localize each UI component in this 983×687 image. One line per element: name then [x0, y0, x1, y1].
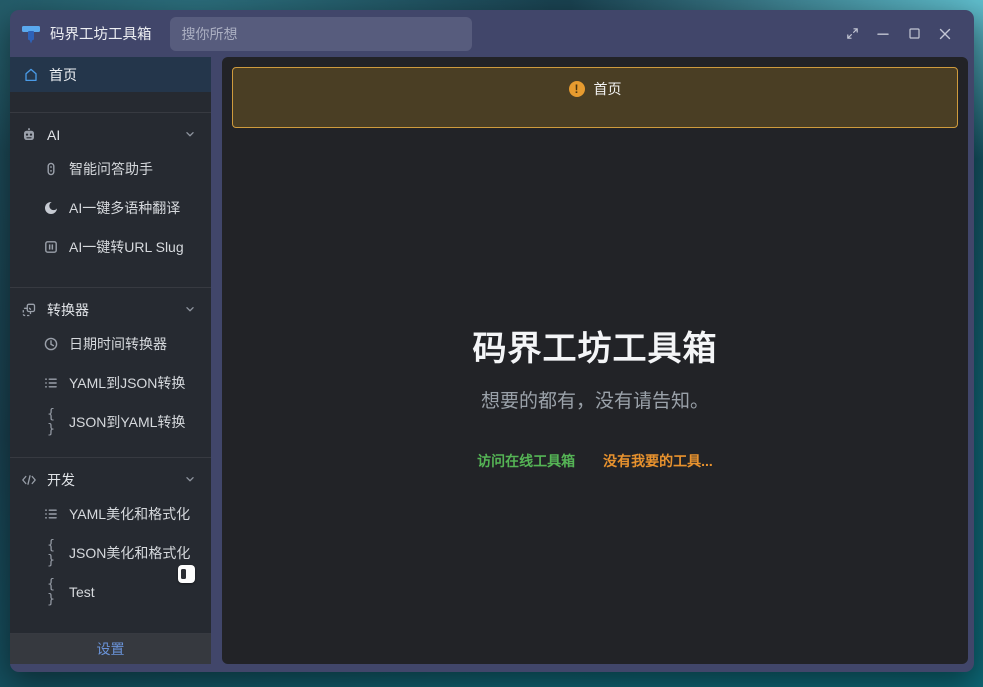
sidebar-item-label: 智能问答助手: [69, 159, 153, 179]
titlebar[interactable]: 码界工坊工具箱: [10, 10, 974, 57]
section-label: 开发: [47, 470, 75, 490]
missing-tool-link[interactable]: 没有我要的工具...: [603, 451, 713, 471]
clock-icon: [43, 336, 59, 352]
main-content: ! 首页 码界工坊工具箱 想要的都有，没有请告知。 访问在线工具箱 没有我要的工…: [222, 57, 968, 664]
sidebar-item-home[interactable]: 首页: [10, 57, 211, 92]
chevron-down-icon: [183, 127, 197, 144]
sidebar-section-dev[interactable]: 开发: [10, 466, 211, 494]
sidebar-divider: [10, 457, 211, 458]
sidebar-section-converter[interactable]: 转换器: [10, 296, 211, 324]
sidebar-item-label: Test: [69, 584, 95, 600]
assistant-icon: [43, 161, 59, 177]
minimize-icon[interactable]: [870, 21, 896, 47]
sidebar-item-json-to-yaml[interactable]: { } JSON到YAML转换: [10, 402, 211, 441]
home-icon: [23, 67, 39, 83]
app-title: 码界工坊工具箱: [50, 23, 152, 44]
close-icon[interactable]: [932, 21, 958, 47]
robot-icon: [21, 127, 37, 143]
sidebar-divider: [10, 112, 211, 113]
hero: 码界工坊工具箱 想要的都有，没有请告知。 访问在线工具箱 没有我要的工具...: [222, 321, 968, 471]
banner-label: 首页: [594, 81, 622, 97]
sidebar-item-label: JSON到YAML转换: [69, 412, 185, 432]
settings-button[interactable]: 设置: [10, 634, 211, 664]
sidebar-item-ai-assistant[interactable]: 智能问答助手: [10, 149, 211, 188]
sidebar-item-yaml-beautify[interactable]: YAML美化和格式化: [10, 494, 211, 533]
transform-icon: [21, 302, 37, 318]
sidebar-divider: [10, 287, 211, 288]
list-icon: [43, 506, 59, 522]
sidebar-item-label: YAML到JSON转换: [69, 373, 185, 393]
window-body: 首页 AI: [10, 57, 974, 672]
hero-title: 码界工坊工具箱: [222, 321, 968, 370]
sidebar-item-datetime-converter[interactable]: 日期时间转换器: [10, 324, 211, 363]
sidebar-item-label: AI一键转URL Slug: [69, 237, 184, 257]
translate-icon: [43, 200, 59, 216]
desktop-wallpaper: 码界工坊工具箱: [0, 0, 983, 687]
alert-banner: ! 首页: [232, 67, 958, 128]
warning-icon: !: [569, 81, 585, 97]
app-window: 码界工坊工具箱: [10, 10, 974, 672]
braces-icon: { }: [43, 538, 59, 568]
braces-icon: { }: [43, 577, 59, 607]
mouse-cursor: [178, 565, 195, 583]
sidebar-item-label: AI一键多语种翻译: [69, 198, 180, 218]
search-input[interactable]: [170, 17, 472, 51]
code-icon: [21, 472, 37, 488]
hero-subtitle: 想要的都有，没有请告知。: [222, 386, 968, 413]
sidebar-item-label: YAML美化和格式化: [69, 504, 190, 524]
sidebar-item-ai-url-slug[interactable]: AI一键转URL Slug: [10, 227, 211, 266]
expand-icon[interactable]: [839, 21, 865, 47]
app-logo-icon: [20, 23, 42, 45]
section-label: 转换器: [47, 300, 89, 320]
chevron-down-icon: [183, 472, 197, 489]
chevron-down-icon: [183, 302, 197, 319]
sidebar-item-label: JSON美化和格式化: [69, 543, 190, 563]
slug-icon: [43, 239, 59, 255]
sidebar-item-label: 日期时间转换器: [69, 334, 167, 354]
sidebar-item-label: 首页: [49, 65, 77, 85]
sidebar-section-ai[interactable]: AI: [10, 121, 211, 149]
braces-icon: { }: [43, 407, 59, 437]
sidebar-item-yaml-to-json[interactable]: YAML到JSON转换: [10, 363, 211, 402]
maximize-icon[interactable]: [901, 21, 927, 47]
sidebar-item-ai-translate[interactable]: AI一键多语种翻译: [10, 188, 211, 227]
section-label: AI: [47, 127, 60, 143]
list-icon: [43, 375, 59, 391]
online-toolbox-link[interactable]: 访问在线工具箱: [477, 451, 575, 471]
